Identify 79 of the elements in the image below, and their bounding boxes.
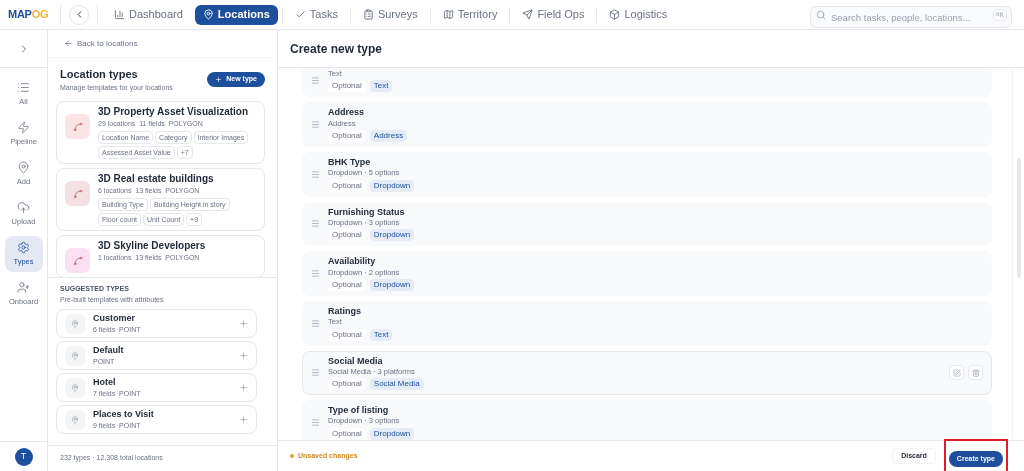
drag-handle-icon[interactable] (311, 417, 320, 427)
field-name: Address (328, 107, 365, 119)
nav-tab[interactable]: Tasks (286, 4, 346, 25)
add-icon[interactable] (239, 415, 248, 424)
pin-icon (65, 345, 85, 366)
required-badge: Optional (328, 328, 366, 341)
suggested-type-name: Hotel (93, 375, 117, 389)
edit-button[interactable] (949, 365, 964, 381)
plus-icon (215, 76, 223, 83)
type-badge: Social Media (369, 378, 424, 391)
list-icon (17, 80, 30, 94)
required-badge: Optional (328, 278, 366, 291)
scrollbar-thumb[interactable] (1016, 158, 1021, 278)
add-icon[interactable] (239, 351, 248, 360)
trash-icon (971, 368, 980, 377)
nav-tab[interactable]: Surveys (354, 4, 426, 25)
search-icon (816, 9, 826, 20)
box-icon (609, 9, 621, 20)
type-badge: Text (369, 80, 393, 93)
suggested-type-name: Default (93, 343, 125, 357)
logo: MAPOG (8, 7, 50, 23)
drag-handle-icon[interactable] (311, 120, 320, 130)
type-name: 3D Real estate buildings (98, 173, 215, 186)
drag-handle-icon[interactable] (311, 76, 320, 86)
check-icon (294, 9, 306, 20)
required-badge: Optional (328, 179, 366, 192)
settings-icon (17, 240, 30, 254)
add-icon[interactable] (239, 383, 248, 392)
type-badge: Address (369, 130, 408, 142)
field-name: Furnishing Status (328, 206, 406, 218)
drag-handle-icon[interactable] (311, 269, 320, 279)
pin-icon (65, 313, 85, 334)
pin-icon (202, 9, 214, 20)
required-badge: Optional (328, 378, 366, 391)
required-badge: Optional (328, 130, 366, 142)
field-name: Type of listing (328, 405, 390, 417)
chart-icon (114, 9, 125, 20)
drag-handle-icon[interactable] (311, 219, 320, 229)
type-badge: Dropdown (369, 179, 415, 192)
field-name: BHK Type (328, 157, 372, 169)
type-badge: Text (369, 328, 393, 341)
arrow-left-icon (64, 39, 73, 48)
pin-icon (17, 160, 30, 174)
nav-tab[interactable]: Logistics (601, 4, 676, 25)
cloud-upload-icon (17, 200, 30, 214)
type-badge: Dropdown (369, 229, 415, 242)
required-badge: Optional (328, 229, 366, 242)
drag-handle-icon[interactable] (311, 318, 320, 328)
edit-icon (952, 368, 961, 377)
page-title: Create new type (290, 40, 383, 58)
panel-title: Location types (60, 67, 139, 82)
nav-tab[interactable]: Field Ops (514, 4, 593, 25)
required-badge: Optional (328, 427, 366, 440)
drag-handle-icon[interactable] (311, 169, 320, 179)
nav-tab[interactable]: Dashboard (106, 4, 191, 25)
field-name: Ratings (328, 305, 362, 318)
field-name: Availability (328, 256, 377, 268)
lightning-icon (17, 120, 30, 134)
nav-tab[interactable]: Territory (434, 4, 506, 25)
suggested-type-name: Customer (93, 311, 136, 325)
type-badge: Dropdown (369, 427, 415, 440)
drag-handle-icon[interactable] (311, 368, 320, 378)
user-avatar[interactable]: T (14, 447, 33, 466)
back-link[interactable]: Back to locations (48, 30, 277, 58)
type-badge: Dropdown (369, 278, 415, 291)
type-name: 3D Skyline Developers (98, 240, 206, 253)
nav-tab[interactable]: Locations (194, 4, 278, 25)
delete-button[interactable] (968, 365, 983, 381)
user-plus-icon (17, 280, 30, 294)
suggested-type-name: Places to Visit (93, 407, 155, 421)
field-name: Social Media (328, 355, 384, 367)
clipboard-icon (362, 9, 374, 20)
pin-icon (65, 409, 85, 430)
send-icon (522, 9, 534, 20)
pin-icon (65, 377, 85, 398)
add-icon[interactable] (239, 319, 248, 328)
required-badge: Optional (328, 80, 366, 93)
type-name: 3D Property Asset Visualization (98, 106, 250, 119)
map-icon (442, 9, 454, 20)
